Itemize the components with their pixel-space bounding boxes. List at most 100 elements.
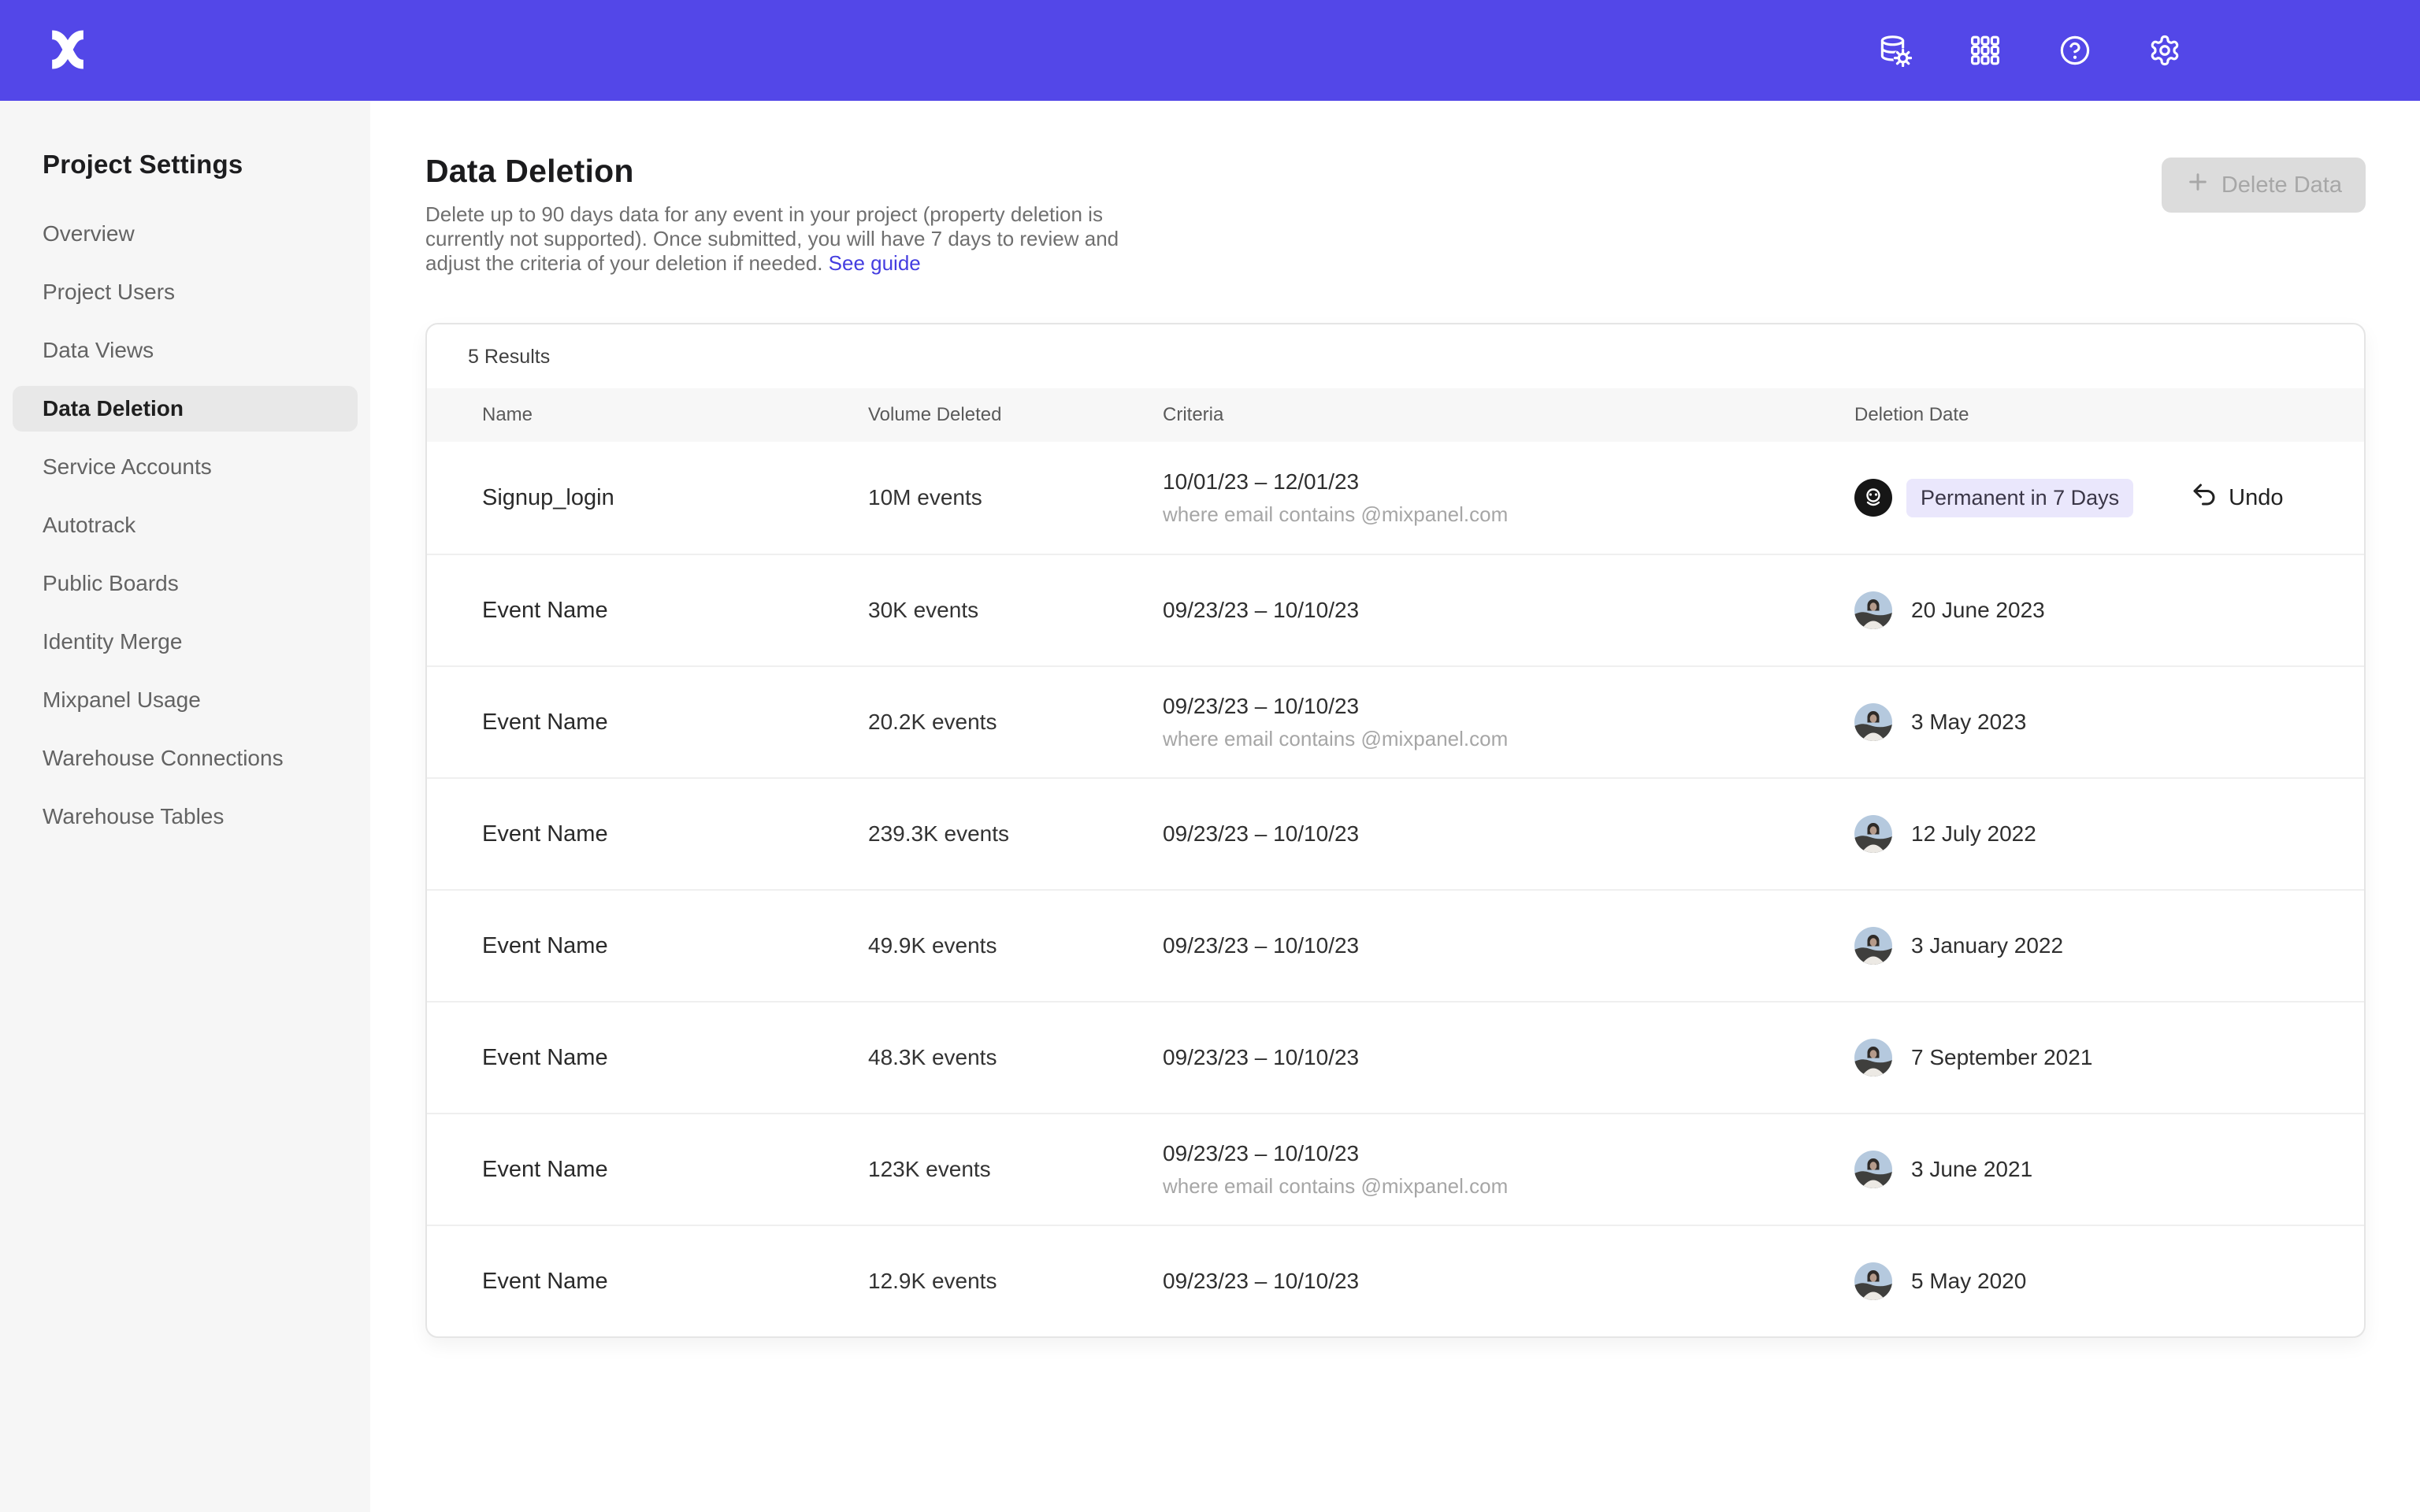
row-volume: 20.2K events — [868, 710, 1163, 735]
deletion-date: 3 June 2021 — [1911, 1157, 2032, 1182]
sidebar-nav: Overview Project Users Data Views Data Dele… — [0, 211, 370, 839]
sidebar-item-warehouse-connections[interactable]: Warehouse Connections — [13, 736, 358, 781]
user-avatar — [1854, 1151, 1892, 1188]
data-settings-icon[interactable] — [1876, 32, 1914, 69]
delete-data-button-label: Delete Data — [2221, 172, 2342, 198]
sidebar-heading: Project Settings — [0, 150, 370, 180]
sidebar-item-project-users[interactable]: Project Users — [13, 269, 358, 315]
row-volume: 49.9K events — [868, 933, 1163, 958]
sidebar-item-identity-merge[interactable]: Identity Merge — [13, 619, 358, 665]
row-criteria-range: 09/23/23 – 10/10/23 — [1163, 821, 1854, 847]
row-criteria: 10/01/23 – 12/01/23 where email contains… — [1163, 469, 1854, 527]
user-avatar — [1854, 591, 1892, 629]
user-avatar — [1854, 927, 1892, 965]
page-description-text: Delete up to 90 days data for any event … — [425, 202, 1119, 275]
row-criteria-range: 09/23/23 – 10/10/23 — [1163, 1269, 1854, 1294]
table-header-row: Name Volume Deleted Criteria Deletion Da… — [427, 388, 2364, 442]
delete-data-button[interactable]: Delete Data — [2162, 158, 2366, 213]
row-deletion-date-cell: 12 July 2022 — [1854, 815, 2364, 853]
row-criteria: 09/23/23 – 10/10/23 — [1163, 821, 1854, 847]
main-content: Data Deletion Delete up to 90 days data … — [370, 101, 2420, 1512]
page-header: Data Deletion Delete up to 90 days data … — [425, 153, 2366, 276]
table-row: Event Name 30K events 09/23/23 – 10/10/2… — [427, 554, 2364, 665]
user-avatar — [1854, 703, 1892, 741]
deletion-date: 20 June 2023 — [1911, 598, 2045, 623]
undo-button[interactable]: Undo — [2190, 480, 2283, 515]
undo-icon — [2190, 480, 2218, 515]
deletion-date: 3 January 2022 — [1911, 933, 2063, 958]
row-criteria: 09/23/23 – 10/10/23 — [1163, 1045, 1854, 1070]
row-criteria-range: 09/23/23 – 10/10/23 — [1163, 694, 1854, 719]
sidebar-item-autotrack[interactable]: Autotrack — [13, 502, 358, 548]
row-criteria: 09/23/23 – 10/10/23 where email contains… — [1163, 1141, 1854, 1199]
page-description: Delete up to 90 days data for any event … — [425, 202, 1138, 276]
sidebar-item-mixpanel-usage[interactable]: Mixpanel Usage — [13, 677, 358, 723]
row-criteria: 09/23/23 – 10/10/23 — [1163, 1269, 1854, 1294]
row-volume: 239.3K events — [868, 821, 1163, 847]
column-header-volume-deleted: Volume Deleted — [868, 404, 1163, 426]
apps-grid-icon[interactable] — [1966, 32, 2004, 69]
topbar-icon-group — [1876, 32, 2184, 69]
row-name: Event Name — [482, 1045, 868, 1071]
row-name: Event Name — [482, 598, 868, 624]
row-name: Event Name — [482, 933, 868, 959]
mixpanel-x-logo-icon — [46, 28, 90, 74]
row-criteria: 09/23/23 – 10/10/23 where email contains… — [1163, 694, 1854, 751]
row-deletion-date-cell: 3 June 2021 — [1854, 1151, 2364, 1188]
row-volume: 48.3K events — [868, 1045, 1163, 1070]
user-avatar — [1854, 1039, 1892, 1077]
sidebar-item-warehouse-tables[interactable]: Warehouse Tables — [13, 794, 358, 839]
help-icon[interactable] — [2056, 32, 2094, 69]
deletion-date: 3 May 2023 — [1911, 710, 2026, 735]
row-criteria-range: 09/23/23 – 10/10/23 — [1163, 1141, 1854, 1166]
column-header-deletion-date: Deletion Date — [1854, 404, 2364, 426]
page-title: Data Deletion — [425, 153, 1138, 190]
row-name: Event Name — [482, 1269, 868, 1295]
table-row: Event Name 239.3K events 09/23/23 – 10/1… — [427, 777, 2364, 889]
see-guide-link[interactable]: See guide — [829, 251, 921, 275]
row-name: Event Name — [482, 1157, 868, 1183]
mixpanel-logo[interactable] — [44, 27, 91, 74]
row-volume: 12.9K events — [868, 1269, 1163, 1294]
table-row: Signup_login 10M events 10/01/23 – 12/01… — [427, 442, 2364, 554]
row-name: Event Name — [482, 710, 868, 736]
table-row: Event Name 48.3K events 09/23/23 – 10/10… — [427, 1001, 2364, 1113]
user-avatar — [1854, 1262, 1892, 1300]
column-header-name: Name — [482, 404, 868, 426]
row-criteria-range: 09/23/23 – 10/10/23 — [1163, 598, 1854, 623]
row-criteria-filter: where email contains @mixpanel.com — [1163, 1174, 1854, 1199]
row-criteria-filter: where email contains @mixpanel.com — [1163, 727, 1854, 751]
table-row: Event Name 123K events 09/23/23 – 10/10/… — [427, 1113, 2364, 1225]
row-name: Event Name — [482, 821, 868, 847]
row-name: Signup_login — [482, 485, 868, 511]
row-deletion-date-cell: 7 September 2021 — [1854, 1039, 2364, 1077]
deletion-date: 7 September 2021 — [1911, 1045, 2092, 1070]
table-row: Event Name 20.2K events 09/23/23 – 10/10… — [427, 665, 2364, 777]
sidebar-item-overview[interactable]: Overview — [13, 211, 358, 257]
deletion-table-card: 5 Results Name Volume Deleted Criteria D… — [425, 323, 2366, 1338]
user-avatar — [1854, 815, 1892, 853]
row-criteria-range: 10/01/23 – 12/01/23 — [1163, 469, 1854, 495]
results-count: 5 Results — [427, 324, 2364, 388]
settings-gear-icon[interactable] — [2146, 32, 2184, 69]
sidebar-item-service-accounts[interactable]: Service Accounts — [13, 444, 358, 490]
row-criteria-range: 09/23/23 – 10/10/23 — [1163, 1045, 1854, 1070]
deletion-date: 5 May 2020 — [1911, 1269, 2026, 1294]
row-deletion-date-cell: 3 January 2022 — [1854, 927, 2364, 965]
row-deletion-date-cell: Permanent in 7 Days Undo — [1854, 479, 2364, 517]
row-criteria: 09/23/23 – 10/10/23 — [1163, 933, 1854, 958]
undo-label: Undo — [2229, 485, 2283, 511]
table-row: Event Name 12.9K events 09/23/23 – 10/10… — [427, 1225, 2364, 1336]
deletion-date: 12 July 2022 — [1911, 821, 2036, 847]
page-title-block: Data Deletion Delete up to 90 days data … — [425, 153, 1138, 276]
top-navigation-bar — [0, 0, 2420, 101]
row-volume: 10M events — [868, 485, 1163, 510]
table-row: Event Name 49.9K events 09/23/23 – 10/10… — [427, 889, 2364, 1001]
row-volume: 30K events — [868, 598, 1163, 623]
sidebar-item-public-boards[interactable]: Public Boards — [13, 561, 358, 606]
sidebar-item-data-deletion[interactable]: Data Deletion — [13, 386, 358, 432]
sidebar-item-data-views[interactable]: Data Views — [13, 328, 358, 373]
table-body: Signup_login 10M events 10/01/23 – 12/01… — [427, 442, 2364, 1336]
row-criteria-filter: where email contains @mixpanel.com — [1163, 502, 1854, 527]
row-criteria: 09/23/23 – 10/10/23 — [1163, 598, 1854, 623]
